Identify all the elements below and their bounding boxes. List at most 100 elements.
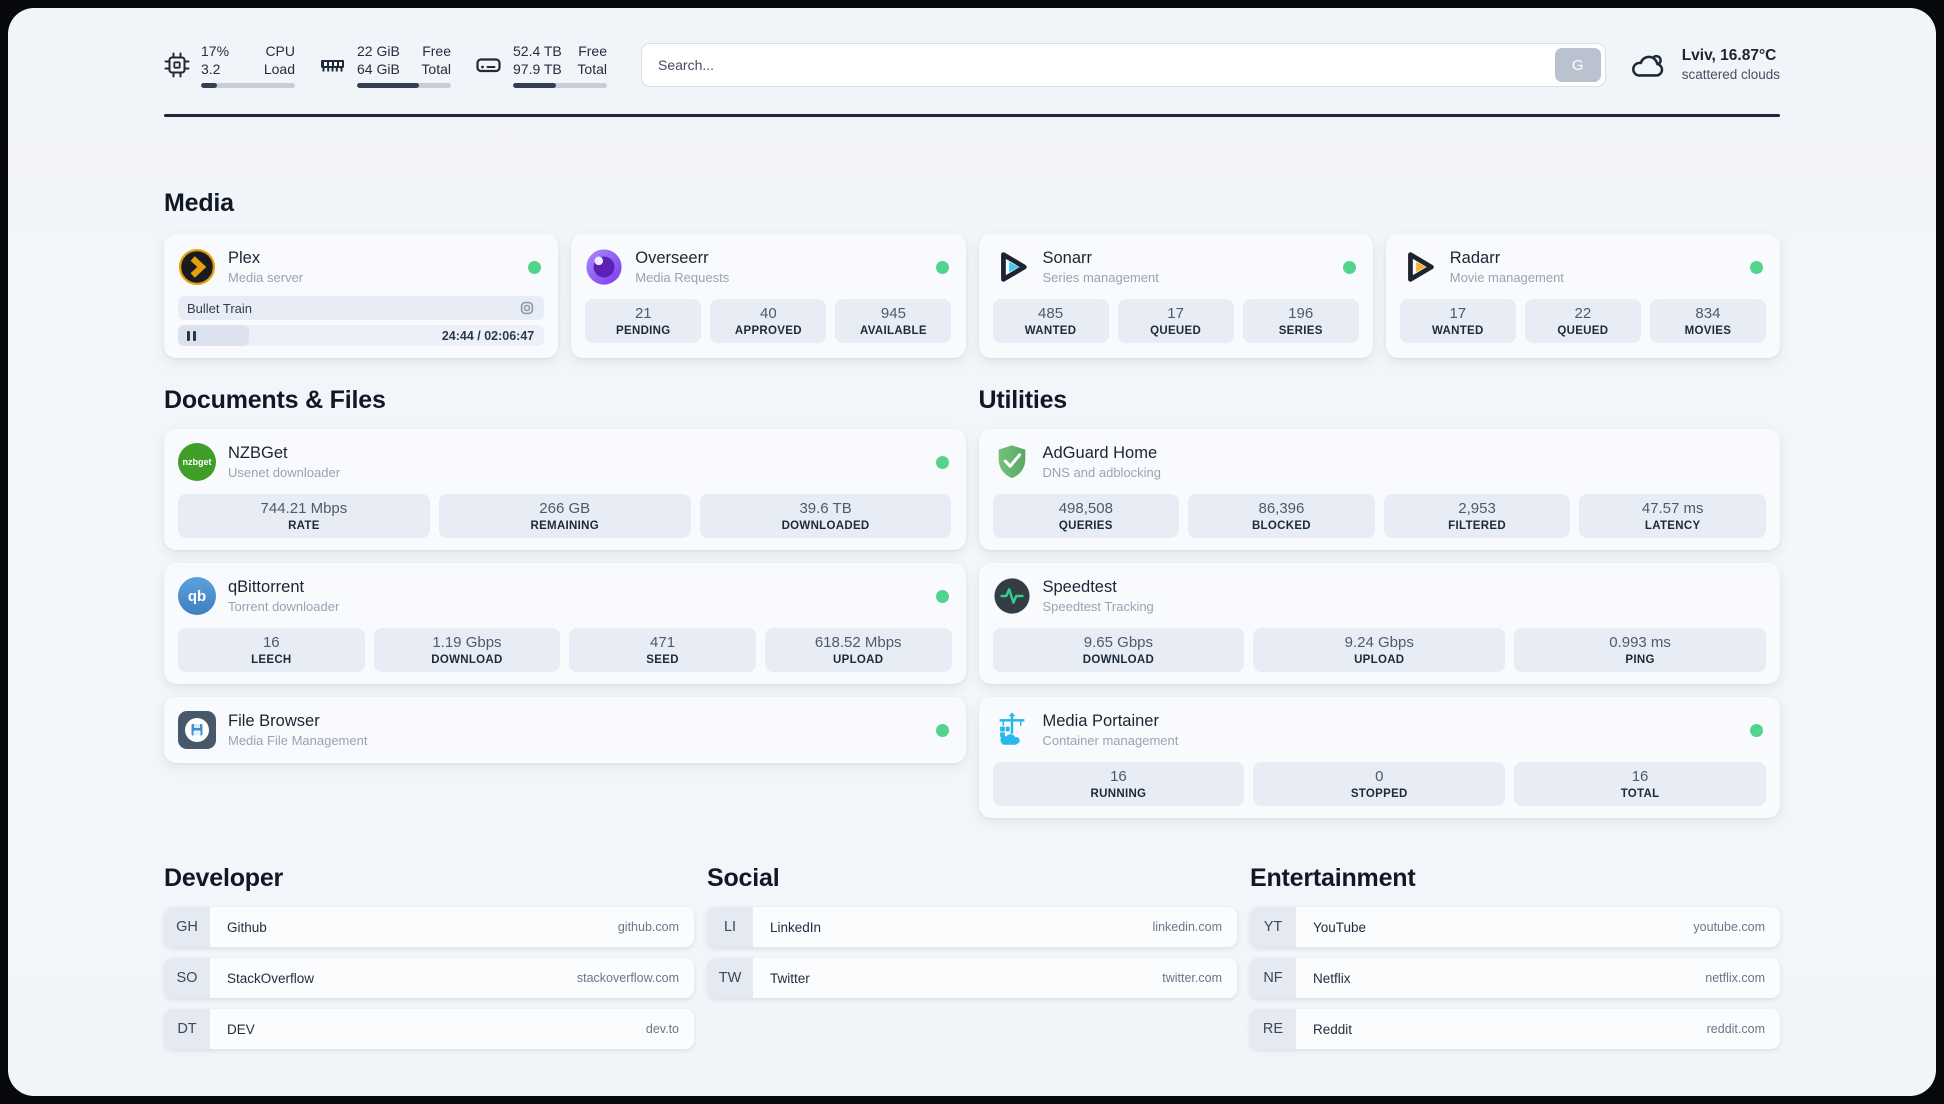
status-dot-online (1750, 261, 1763, 274)
nzbget-icon: nzbget (178, 443, 216, 481)
stat-value: 9.24 Gbps (1344, 634, 1414, 651)
stat-label: FILTERED (1448, 520, 1506, 532)
app-description: Container management (1042, 733, 1179, 749)
link-reddit[interactable]: RE Reddit reddit.com (1250, 1009, 1780, 1049)
link-name: StackOverflow (227, 970, 315, 986)
pause-icon[interactable] (187, 330, 190, 341)
stat-value: 86,396 (1258, 500, 1305, 517)
stat-downloaded: 39.6 TB DOWNLOADED (699, 494, 952, 538)
app-card-sonarr[interactable]: Sonarr Series management 485 WANTED 17 Q… (978, 234, 1373, 358)
search-bar: G (641, 43, 1606, 87)
stat-label: SERIES (1278, 325, 1323, 337)
link-linkedin[interactable]: LI LinkedIn linkedin.com (707, 907, 1237, 947)
stat-value: 744.21 Mbps (260, 500, 348, 517)
link-tag: LI (707, 907, 753, 947)
gear-icon[interactable] (519, 300, 535, 316)
status-dot-online (1342, 261, 1356, 274)
stat-download: 1.19 Gbps DOWNLOAD (373, 628, 561, 672)
app-card-speedtest[interactable]: Speedtest Speedtest Tracking 9.65 Gbps D… (978, 563, 1780, 684)
app-name: Speedtest (1042, 577, 1117, 596)
app-description: Media server (228, 270, 304, 286)
app-card-portainer[interactable]: Media Portainer Container management 16 … (978, 697, 1780, 818)
link-tag: RE (1250, 1009, 1296, 1049)
link-stackoverflow[interactable]: SO StackOverflow stackoverflow.com (164, 958, 694, 998)
stat-value: 0.993 ms (1609, 634, 1671, 651)
section-title-media: Media (164, 189, 234, 217)
stat-value: 39.6 TB (799, 500, 852, 517)
cpu-load-label: Load (263, 61, 295, 77)
link-tag: YT (1250, 907, 1296, 947)
app-description: DNS and adblocking (1042, 465, 1162, 481)
app-description: Movie management (1449, 270, 1564, 286)
app-name: AdGuard Home (1042, 443, 1158, 462)
sonarr-icon (1000, 252, 1027, 282)
status-dot-online (935, 456, 949, 469)
app-card-nzbget[interactable]: nzbget NZBGet Usenet downloader 744.21 M… (164, 429, 966, 550)
stat-value: 16 (262, 634, 280, 651)
app-name: qBittorrent (228, 577, 305, 596)
link-tag: DT (164, 1009, 210, 1049)
section-title-developer: Developer (164, 864, 284, 892)
memory-progress-track (357, 83, 451, 88)
stat-label: WANTED (1024, 325, 1077, 337)
app-name: File Browser (228, 711, 320, 730)
disk-free-label: Free (578, 43, 607, 59)
link-twitter[interactable]: TW Twitter twitter.com (707, 958, 1237, 998)
stat-value: 17 (1449, 305, 1467, 322)
stat-available: 945 AVAILABLE (835, 299, 952, 343)
stat-value: 16 (1631, 768, 1649, 785)
stat-rate: 744.21 Mbps RATE (178, 494, 430, 538)
stat-pending: 21 PENDING (585, 299, 702, 343)
cloud-icon (1631, 54, 1663, 77)
link-url: github.com (617, 920, 679, 934)
stat-total: 16 TOTAL (1514, 762, 1766, 806)
app-card-overseerr[interactable]: Overseerr Media Requests 21 PENDING 40 A… (571, 234, 966, 358)
section-title-documents: Documents & Files (164, 386, 386, 414)
link-netflix[interactable]: NF Netflix netflix.com (1250, 958, 1780, 998)
app-name: Overseerr (635, 248, 709, 267)
stat-value: 40 (760, 305, 777, 322)
disk-progress-track (513, 83, 607, 88)
stat-label: APPROVED (734, 325, 802, 337)
stat-label: TOTAL (1620, 788, 1660, 800)
now-playing-title: Bullet Train (187, 300, 253, 316)
filebrowser-icon (178, 711, 216, 749)
app-card-plex[interactable]: Plex Media server Bullet Train 24:44 / 0… (164, 234, 559, 358)
search-input[interactable] (646, 57, 1555, 73)
weather-condition: scattered clouds (1681, 67, 1780, 83)
link-url: reddit.com (1706, 1022, 1765, 1036)
stat-download: 9.65 Gbps DOWNLOAD (992, 628, 1245, 672)
stat-value: 834 (1695, 305, 1721, 322)
link-github[interactable]: GH Github github.com (164, 907, 694, 947)
playback-progress-bar[interactable]: 24:44 / 02:06:47 (178, 325, 545, 346)
search-engine-button[interactable]: G (1554, 48, 1601, 82)
app-description: Series management (1042, 270, 1159, 286)
overseerr-icon (586, 249, 622, 285)
stat-value: 945 (880, 305, 906, 322)
app-card-filebrowser[interactable]: File Browser Media File Management (164, 697, 966, 763)
stat-ping: 0.993 ms PING (1514, 628, 1766, 672)
stat-label: DOWNLOAD (1082, 654, 1155, 666)
app-card-adguard[interactable]: AdGuard Home DNS and adblocking 498,508 … (978, 429, 1780, 550)
app-description: Torrent downloader (228, 599, 340, 615)
link-tag: SO (164, 958, 210, 998)
memory-progress-fill (357, 83, 420, 88)
app-card-qbittorrent[interactable]: qb qBittorrent Torrent downloader 16 LEE… (164, 563, 966, 684)
link-dev[interactable]: DT DEV dev.to (164, 1009, 694, 1049)
stat-label: PING (1625, 654, 1655, 666)
stat-value: 485 (1038, 305, 1064, 322)
app-name: Media Portainer (1042, 711, 1159, 730)
plex-icon (178, 248, 216, 286)
app-name: Plex (228, 248, 261, 267)
cpu-load-value: 3.2 (201, 61, 221, 77)
app-description: Speedtest Tracking (1042, 599, 1154, 615)
stat-series: 196 SERIES (1242, 299, 1359, 343)
stat-value: 498,508 (1058, 500, 1113, 517)
link-youtube[interactable]: YT YouTube youtube.com (1250, 907, 1780, 947)
app-name: NZBGet (228, 443, 288, 462)
weather-widget: Lviv, 16.87°C scattered clouds (1630, 46, 1780, 84)
app-card-radarr[interactable]: Radarr Movie management 17 WANTED 22 QUE… (1385, 234, 1780, 358)
memory-total-label: Total (421, 61, 451, 77)
memory-free-label: Free (422, 43, 451, 59)
status-dot-online (935, 261, 949, 274)
